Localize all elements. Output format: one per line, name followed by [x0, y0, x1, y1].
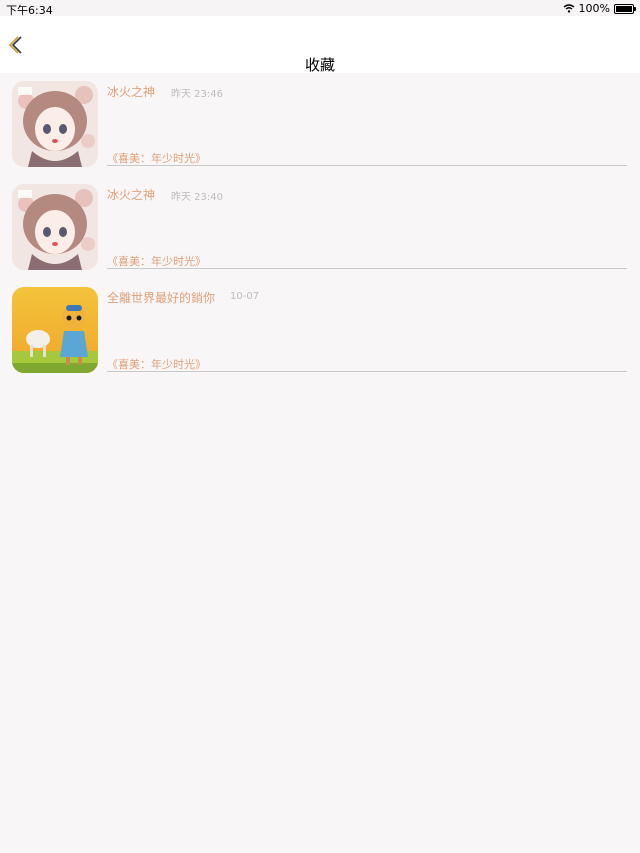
item-title: 冰火之神: [107, 85, 156, 99]
item-time: 昨天 23:46: [171, 89, 223, 100]
wifi-icon: [563, 4, 574, 13]
item-book-title[interactable]: 《喜美：年少时光》: [107, 150, 206, 166]
item-title: 冰火之神: [107, 188, 156, 202]
favorites-list: 冰火之神 昨天 23:46 《喜美：年少时光》 冰火之神 昨天 23:40 《喜…: [0, 73, 640, 382]
item-time: 10-07: [230, 291, 260, 302]
divider: [107, 371, 627, 372]
battery-percent: 100%: [578, 2, 610, 15]
item-book-title[interactable]: 《喜美：年少时光》: [107, 253, 206, 269]
divider: [107, 268, 627, 269]
list-item[interactable]: 冰火之神 昨天 23:40 《喜美：年少时光》: [0, 176, 640, 279]
double-chevron-left-icon: [8, 36, 22, 54]
list-item[interactable]: 冰火之神 昨天 23:46 《喜美：年少时光》: [0, 73, 640, 176]
page-title: 收藏: [304, 56, 335, 74]
navigation-bar: 收藏: [0, 16, 640, 74]
thumbnail-figurine: [12, 287, 98, 373]
thumbnail-anime-girl: [12, 184, 98, 270]
list-item[interactable]: 全離世界最好的銷你 10-07 《喜美：年少时光》: [0, 279, 640, 382]
item-time: 昨天 23:40: [171, 192, 223, 203]
item-title: 全離世界最好的銷你: [107, 291, 216, 305]
status-bar: 下午6:34 100%: [0, 0, 640, 17]
item-book-title[interactable]: 《喜美：年少时光》: [107, 356, 206, 372]
back-button[interactable]: [6, 34, 26, 56]
divider: [107, 165, 627, 166]
thumbnail-anime-girl: [12, 81, 98, 167]
battery-icon: [614, 3, 636, 14]
status-indicators: 100%: [563, 2, 636, 15]
